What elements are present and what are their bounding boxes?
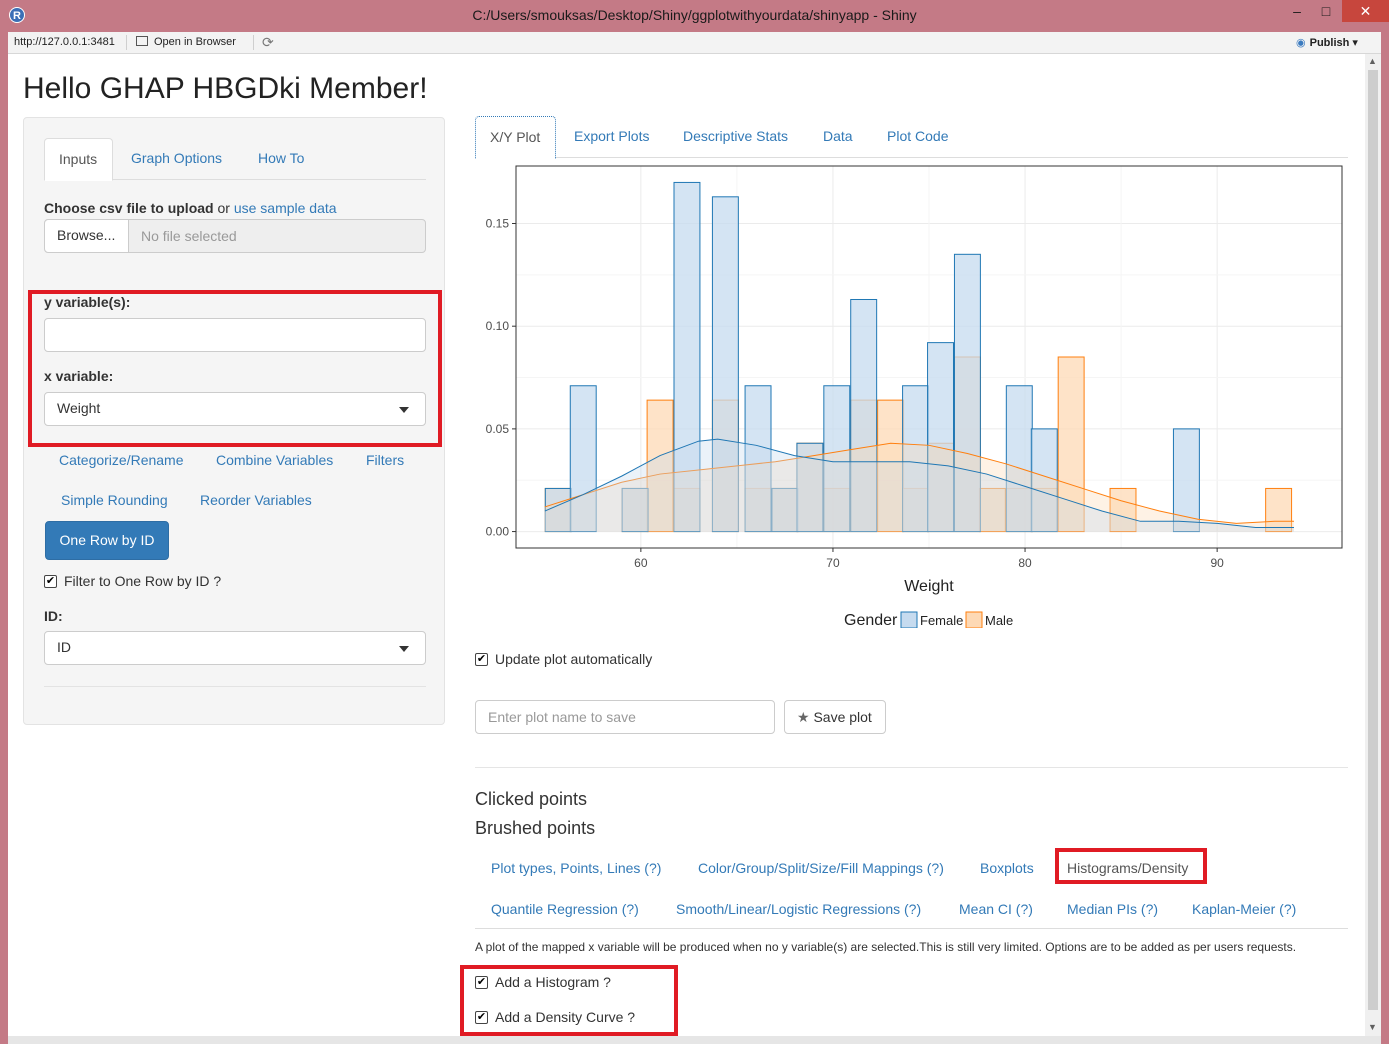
browser-window-icon [136, 36, 148, 46]
browse-button[interactable]: Browse... [45, 220, 129, 252]
tab-data[interactable]: Data [809, 116, 867, 158]
tab-boxplots[interactable]: Boxplots [980, 860, 1034, 876]
legend-key-female [900, 611, 918, 628]
tab-quantile-regression[interactable]: Quantile Regression (?) [491, 901, 639, 917]
x-tick-label: 60 [634, 556, 648, 570]
id-label: ID: [44, 608, 63, 624]
sidebar-divider [44, 686, 426, 687]
toolbar-divider [126, 35, 127, 50]
simple-rounding-link[interactable]: Simple Rounding [61, 492, 168, 508]
scrollbar-thumb[interactable] [1368, 70, 1378, 1010]
filter-one-row-checkbox[interactable]: ✔ [44, 575, 57, 588]
file-upload-label: Choose csv file to upload or use sample … [44, 200, 337, 216]
id-select[interactable]: ID [44, 631, 426, 665]
tab-descriptive-stats[interactable]: Descriptive Stats [669, 116, 802, 158]
publish-icon: ◉ [1296, 37, 1306, 49]
brushed-points-heading: Brushed points [475, 818, 596, 838]
update-plot-label: Update plot automatically [495, 651, 653, 667]
minimize-button[interactable]: – [1283, 0, 1311, 22]
tab-kaplan-meier[interactable]: Kaplan-Meier (?) [1192, 901, 1296, 917]
app-viewport: Hello GHAP HBGDki Member! Inputs Graph O… [8, 54, 1365, 1036]
file-upload-label-text: Choose csv file to upload [44, 200, 214, 216]
publish-label: Publish [1309, 37, 1350, 49]
use-sample-data-link[interactable]: use sample data [234, 200, 337, 216]
open-in-browser-button[interactable]: Open in Browser [136, 36, 236, 48]
histogram-note: A plot of the mapped x variable will be … [475, 940, 1297, 954]
tab-export-plots[interactable]: Export Plots [560, 116, 663, 158]
star-icon: ★ [797, 709, 810, 725]
page-title: Hello GHAP HBGDki Member! [23, 72, 428, 105]
scroll-up-icon[interactable]: ▲ [1368, 56, 1377, 66]
plot-name-input[interactable]: Enter plot name to save [475, 700, 775, 734]
vertical-scrollbar[interactable]: ▲ ▼ [1365, 54, 1381, 1036]
chevron-down-icon [399, 646, 409, 652]
y-tick-label: 0.15 [486, 217, 510, 231]
x-tick-label: 70 [826, 556, 840, 570]
categorize-rename-link[interactable]: Categorize/Rename [59, 452, 184, 468]
file-upload-field[interactable]: Browse... No file selected [44, 219, 426, 253]
id-select-value: ID [57, 639, 71, 655]
tab-graph-options[interactable]: Graph Options [117, 138, 236, 180]
y-tick-label: 0.10 [486, 319, 510, 333]
viewer-toolbar: http://127.0.0.1:3481 Open in Browser ⟳ … [8, 32, 1381, 54]
window-title: C:/Users/smouksas/Desktop/Shiny/ggplotwi… [472, 7, 917, 23]
update-plot-checkbox[interactable]: ✔ [475, 653, 488, 666]
publish-button[interactable]: ◉ Publish ▾ [1296, 36, 1358, 49]
window-bottom-bar [8, 1036, 1381, 1044]
sidebar-tabs: Inputs Graph Options How To [44, 138, 426, 181]
url-display: http://127.0.0.1:3481 [14, 36, 115, 48]
close-window-button[interactable]: ✕ [1342, 0, 1389, 22]
tab-how-to[interactable]: How To [244, 138, 318, 180]
tab-plot-types[interactable]: Plot types, Points, Lines (?) [491, 860, 661, 876]
y-tick-label: 0.00 [486, 525, 510, 539]
reorder-variables-link[interactable]: Reorder Variables [200, 492, 312, 508]
tab-mean-ci[interactable]: Mean CI (?) [959, 901, 1033, 917]
scroll-down-icon[interactable]: ▼ [1368, 1022, 1377, 1032]
tab-plot-code[interactable]: Plot Code [873, 116, 962, 158]
clicked-points-heading: Clicked points [475, 789, 588, 809]
file-placeholder: No file selected [141, 228, 237, 244]
tab-inputs[interactable]: Inputs [44, 138, 113, 181]
x-axis-title: Weight [904, 578, 954, 595]
open-in-browser-label: Open in Browser [154, 36, 236, 48]
tab-mappings[interactable]: Color/Group/Split/Size/Fill Mappings (?) [698, 860, 944, 876]
highlight-box-variables [28, 290, 442, 447]
x-tick-label: 80 [1018, 556, 1032, 570]
refresh-icon[interactable]: ⟳ [262, 34, 274, 51]
legend-label-male: Male [985, 613, 1013, 628]
histogram-plot[interactable]: 60 70 80 90 0.00 0.05 0.10 0.15 Weight Gender Fema… [475, 158, 1365, 628]
save-plot-button[interactable]: ★ Save plot [784, 700, 886, 734]
x-tick-label: 90 [1210, 556, 1224, 570]
main-divider [475, 767, 1348, 768]
toolbar-divider [253, 35, 254, 50]
highlight-box-histogram-tab [1055, 848, 1207, 884]
maximize-button[interactable]: □ [1312, 0, 1340, 22]
graph-options-tab-line [475, 928, 1348, 929]
tab-smooth-regressions[interactable]: Smooth/Linear/Logistic Regressions (?) [676, 901, 921, 917]
main-tabs: X/Y Plot Export Plots Descriptive Stats … [475, 116, 1348, 159]
tab-median-pis[interactable]: Median PIs (?) [1067, 901, 1158, 917]
highlight-box-options [460, 965, 678, 1036]
filters-link[interactable]: Filters [366, 452, 404, 468]
legend-title: Gender [844, 612, 898, 628]
one-row-by-id-button[interactable]: One Row by ID [45, 521, 169, 560]
filter-one-row-label: Filter to One Row by ID ? [64, 573, 222, 589]
tab-xy-plot[interactable]: X/Y Plot [475, 116, 556, 159]
window-titlebar: R C:/Users/smouksas/Desktop/Shiny/ggplot… [0, 0, 1389, 32]
legend-key-male [965, 611, 983, 628]
file-upload-or-text: or [213, 200, 234, 216]
combine-variables-link[interactable]: Combine Variables [216, 452, 333, 468]
y-tick-label: 0.05 [486, 422, 510, 436]
legend-label-female: Female [920, 613, 963, 628]
save-plot-label: Save plot [813, 709, 872, 725]
